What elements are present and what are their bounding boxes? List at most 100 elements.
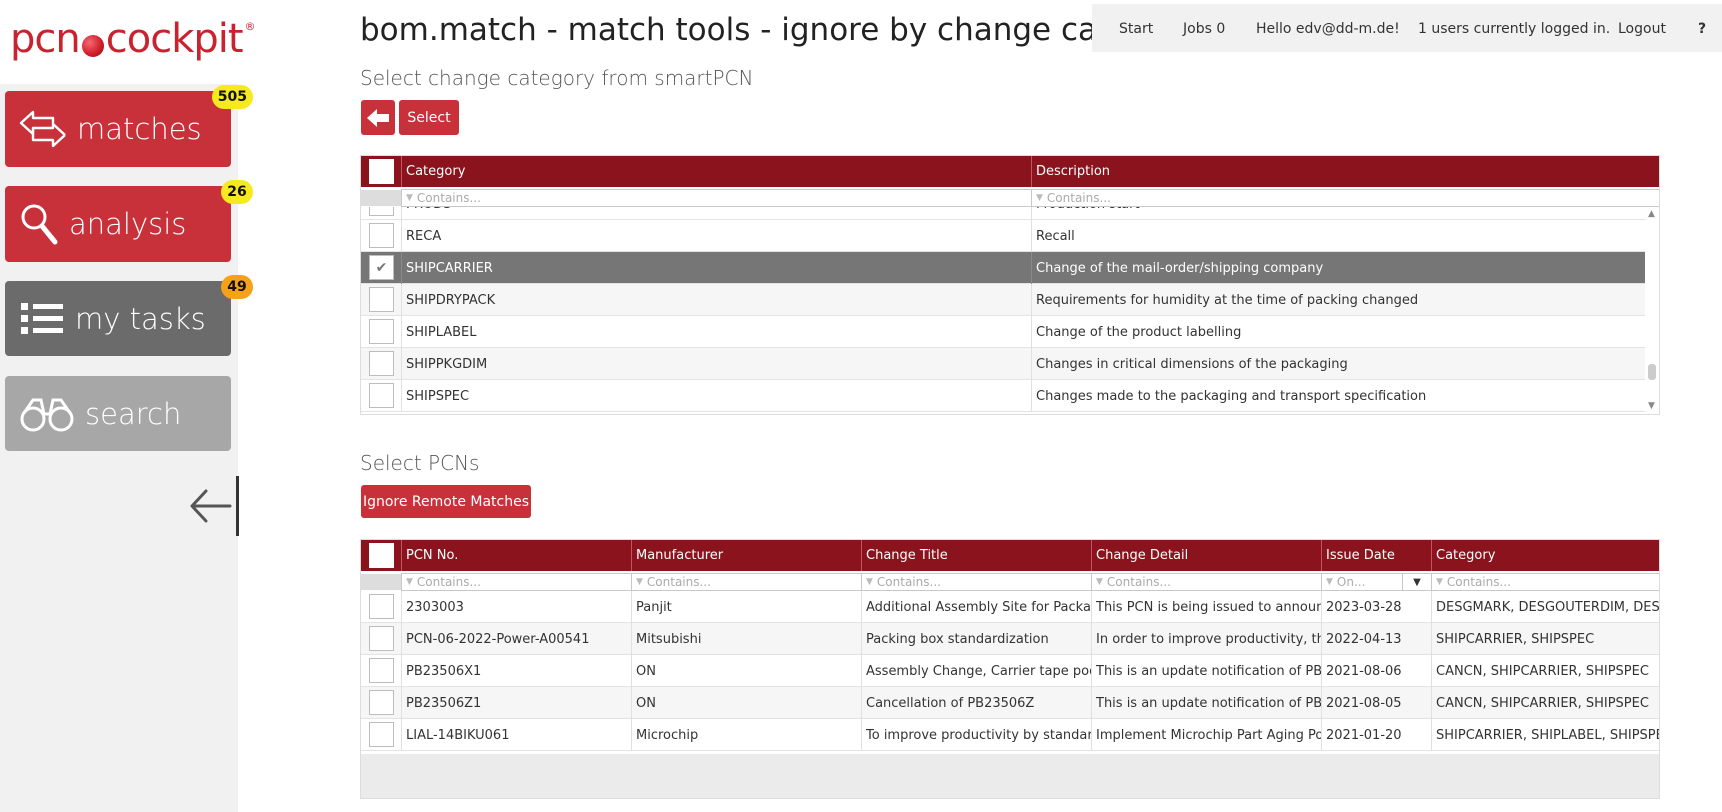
nav-jobs-link[interactable]: Jobs 0 [1183,21,1225,37]
filter-placeholder: Contains... [416,575,481,589]
issue-date-cell: 2021-01-20 [1321,719,1431,751]
pcn-grid-filter-row: ▼ Contains... ▼ Contains... ▼ Contains... ▼… [361,571,1659,591]
change-detail-cell: This PCN is being issued to announce... [1091,591,1321,623]
column-header-issue-date[interactable]: Issue Date [1321,540,1431,571]
category-grid: Category Description ▼ Contains... ▼ Conta… [360,155,1660,415]
sidebar-item-analysis[interactable]: analysis 26 [5,180,253,262]
category-grid-scrollbar[interactable]: ▲ ▼ [1645,207,1659,414]
select-all-pcns-checkbox[interactable] [369,543,394,568]
logo[interactable]: pcn cockpit ® [10,12,256,66]
row-checkbox[interactable] [369,658,394,683]
category-cell: SHIPCARRIER [401,252,1031,284]
category-cell: SHIPSPEC [401,380,1031,412]
pcn-grid-body: 2303003 Panjit Additional Assembly Site … [361,591,1659,756]
row-checkbox[interactable] [369,383,394,408]
row-checkbox[interactable] [369,626,394,651]
collapse-sidebar-button[interactable] [188,476,240,536]
category-cell: RECA [401,220,1031,252]
filter-spacer [361,574,401,590]
table-row[interactable]: SHIPSPEC Changes made to the packaging a… [361,380,1659,412]
select-button[interactable]: Select [399,100,459,135]
manufacturer-cell: Mitsubishi [631,623,861,655]
change-detail-cell: In order to improve productivity, the ..… [1091,623,1321,655]
change-detail-cell: This is an update notification of PB23..… [1091,687,1321,719]
filter-placeholder: Contains... [1106,575,1171,589]
category-grid-header: Category Description [361,156,1659,187]
table-row-selected[interactable]: ✔ SHIPCARRIER Change of the mail-order/s… [361,252,1659,284]
description-filter-input[interactable]: ▼ Contains... [1031,189,1659,207]
issue-date-dropdown-button[interactable]: ▼ [1402,573,1432,591]
filter-spacer [361,190,401,206]
change-title-filter-input[interactable]: ▼ Contains... [861,573,1092,591]
row-checkbox[interactable] [369,207,394,216]
table-row[interactable]: 2303003 Panjit Additional Assembly Site … [361,591,1659,623]
sidebar-item-my-tasks[interactable]: my tasks 49 [5,275,253,356]
row-checkbox[interactable] [369,319,394,344]
row-checkbox[interactable] [369,690,394,715]
chevron-down-icon: ▼ [1413,576,1421,588]
row-checkbox-checked[interactable]: ✔ [369,255,394,280]
table-row[interactable]: LIAL-14BIKU061 Microchip To improve prod… [361,719,1659,751]
filter-icon: ▼ [406,193,413,203]
user-greeting: Hello edv@dd-m.de! [1256,21,1400,37]
filter-icon: ▼ [1036,193,1043,203]
sidebar-item-label: matches [77,112,202,146]
change-detail-filter-input[interactable]: ▼ Contains... [1091,573,1322,591]
manufacturer-filter-input[interactable]: ▼ Contains... [631,573,862,591]
table-row[interactable]: PCN-06-2022-Power-A00541 Mitsubishi Pack… [361,623,1659,655]
sidebar-item-search[interactable]: search [5,376,231,451]
sidebar: pcn cockpit ® matches 505 analysis 26 my… [0,0,256,812]
pcn-grid-footer [361,754,1659,798]
issue-date-filter-input[interactable]: ▼ On... [1321,573,1403,591]
issue-date-cell: 2022-04-13 [1321,623,1431,655]
list-icon [19,301,65,337]
table-row[interactable]: RECA Recall [361,220,1659,252]
issue-date-cell: 2021-08-05 [1321,687,1431,719]
arrow-left-icon [367,108,389,127]
change-detail-cell: This is an update notification of PB23..… [1091,655,1321,687]
filter-placeholder: On... [1336,575,1366,589]
column-header-change-detail[interactable]: Change Detail [1091,540,1321,571]
back-button[interactable] [361,100,395,135]
category-cell: CANCN, SHIPCARRIER, SHIPSPEC [1431,655,1659,687]
column-header-pcn-no[interactable]: PCN No. [401,540,631,571]
select-all-categories-checkbox[interactable] [369,159,394,184]
scroll-up-icon[interactable]: ▲ [1648,209,1655,219]
pcn-no-filter-input[interactable]: ▼ Contains... [401,573,632,591]
table-row[interactable]: PB23506Z1 ON Cancellation of PB23506Z Th… [361,687,1659,719]
column-header-manufacturer[interactable]: Manufacturer [631,540,861,571]
table-row[interactable]: SHIPPKGDIM Changes in critical dimension… [361,348,1659,380]
filter-icon: ▼ [636,577,643,587]
column-header-category[interactable]: Category [1431,540,1659,571]
scroll-down-icon[interactable]: ▼ [1648,401,1655,411]
change-title-cell: Packing box standardization [861,623,1091,655]
column-header-category[interactable]: Category [401,156,1051,187]
scrollbar-thumb[interactable] [1648,364,1656,380]
matches-count-badge: 505 [211,85,253,109]
filter-icon: ▼ [1436,577,1443,587]
sidebar-item-matches[interactable]: matches 505 [5,85,253,167]
table-row[interactable]: PRODS Production start [361,207,1659,220]
table-row[interactable]: PB23506X1 ON Assembly Change, Carrier ta… [361,655,1659,687]
row-checkbox[interactable] [369,351,394,376]
row-checkbox[interactable] [369,223,394,248]
help-icon[interactable]: ? [1698,21,1706,37]
nav-start-link[interactable]: Start [1119,21,1153,37]
issue-date-cell: 2021-08-06 [1321,655,1431,687]
column-header-change-title[interactable]: Change Title [861,540,1091,571]
category-filter-input[interactable]: ▼ Contains... [1431,573,1659,591]
logout-link[interactable]: Logout [1618,21,1666,37]
arrows-exchange-icon [19,109,67,149]
ignore-remote-matches-button[interactable]: Ignore Remote Matches [361,485,531,518]
column-header-description[interactable]: Description [1031,156,1659,187]
pcn-grid-header: PCN No. Manufacturer Change Title Change… [361,540,1659,571]
logo-registered-mark: ® [244,19,256,33]
row-checkbox[interactable] [369,287,394,312]
table-row[interactable]: SHIPLABEL Change of the product labellin… [361,316,1659,348]
category-filter-input[interactable]: ▼ Contains... [401,189,1032,207]
row-checkbox[interactable] [369,722,394,747]
category-cell: SHIPLABEL [401,316,1031,348]
change-title-cell: To improve productivity by standardiz... [861,719,1091,751]
row-checkbox[interactable] [369,594,394,619]
table-row[interactable]: SHIPDRYPACK Requirements for humidity at… [361,284,1659,316]
